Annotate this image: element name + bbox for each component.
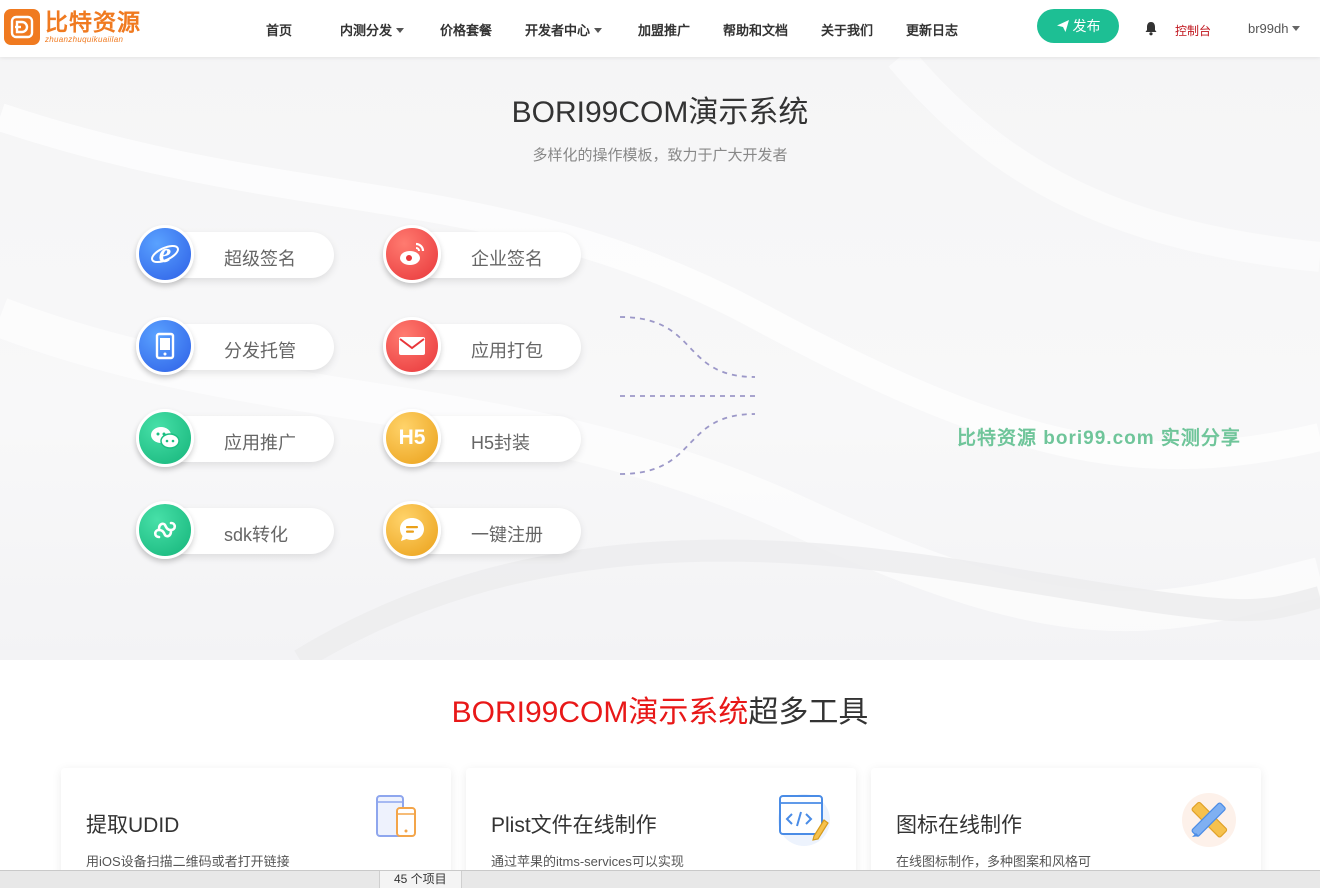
nav-item-pricing[interactable]: 价格套餐 — [440, 20, 492, 39]
nav-item-affiliate[interactable]: 加盟推广 — [638, 20, 690, 39]
brand-logo[interactable]: 比特资源 zhuanzhuquikuaiilan — [4, 7, 141, 47]
hero-section: BORI99COM演示系统 多样化的操作模板，致力于广大开发者 e 超级签名 企… — [0, 57, 1320, 660]
pencil-ruler-icon — [1182, 793, 1236, 847]
chevron-down-icon — [1292, 26, 1301, 31]
nav-item-help-docs[interactable]: 帮助和文档 — [723, 20, 788, 39]
brand-title: 比特资源 — [45, 8, 141, 35]
card-description: 在线图标制作，多种图案和风格可 — [896, 854, 1092, 869]
nav-item-changelog[interactable]: 更新日志 — [906, 20, 958, 39]
watermark-text: 比特资源 bori99.com 实测分享 — [957, 428, 1241, 449]
taskbar-item[interactable]: 45 个项目 — [379, 871, 462, 888]
chevron-down-icon — [594, 28, 603, 33]
tools-section-title: BORI99COM演示系统超多工具 — [451, 696, 869, 729]
card-title: 图标在线制作 — [896, 814, 1022, 837]
card-title: 提取UDID — [86, 814, 180, 837]
card-description: 通过苹果的itms-services可以实现 — [491, 854, 684, 869]
card-title: Plist文件在线制作 — [491, 814, 657, 837]
devices-icon — [376, 795, 416, 837]
nav-item-home[interactable]: 首页 — [266, 20, 292, 39]
os-taskbar: 45 个项目 — [0, 870, 1320, 888]
nav-item-beta-distribution[interactable]: 内测分发 — [340, 20, 405, 39]
nav-item-about[interactable]: 关于我们 — [821, 20, 873, 39]
brand-logo-icon — [4, 9, 40, 45]
connector-lines — [619, 316, 756, 475]
chevron-down-icon — [396, 28, 405, 33]
username: br99dh — [1248, 21, 1289, 36]
top-navbar: 比特资源 zhuanzhuquikuaiilan 首页 内测分发 价格套餐 开发… — [0, 0, 1320, 57]
console-link[interactable]: 控制台 — [1175, 22, 1211, 39]
bell-icon[interactable] — [1144, 21, 1158, 41]
code-editor-icon — [778, 794, 830, 846]
publish-button[interactable]: 发布 — [1037, 9, 1119, 43]
nav-item-developer-center[interactable]: 开发者中心 — [525, 20, 603, 39]
brand-subtitle: zhuanzhuquikuaiilan — [45, 34, 124, 44]
card-description: 用iOS设备扫描二维码或者打开链接 — [86, 854, 290, 869]
user-menu[interactable]: br99dh — [1248, 21, 1301, 36]
send-icon — [1056, 20, 1069, 32]
